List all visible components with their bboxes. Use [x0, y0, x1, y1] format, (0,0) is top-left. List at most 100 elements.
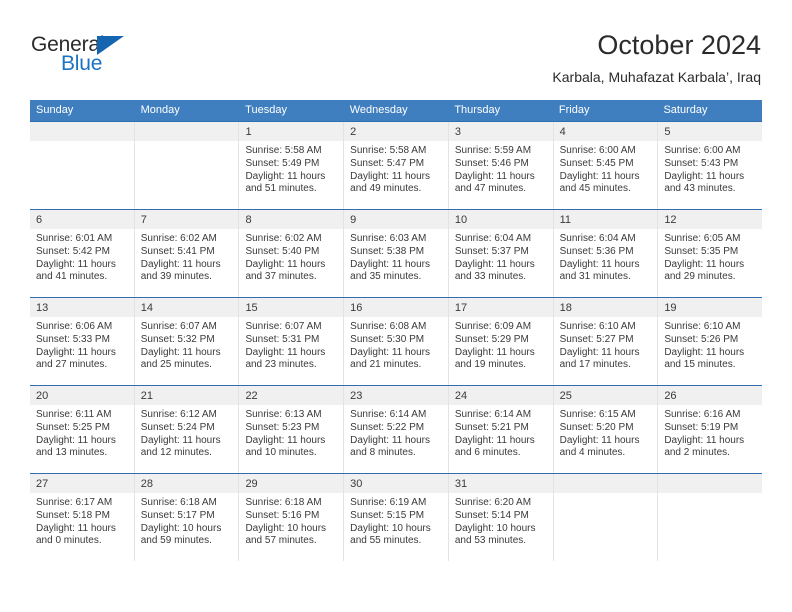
sunrise-text: Sunrise: 6:11 AM [36, 409, 112, 420]
calendar-day-cell[interactable]: 30 Sunrise: 6:19 AM Sunset: 5:15 PM Dayligh… [344, 474, 449, 561]
day-number-band: 30 [344, 474, 448, 493]
sunset-text: Sunset: 5:47 PM [350, 157, 425, 169]
calendar-day-cell[interactable]: 17 Sunrise: 6:09 AM Sunset: 5:29 PM Dayligh… [448, 298, 554, 385]
sunrise-text: Sunrise: 6:04 AM [454, 233, 532, 244]
day-number: 25 [559, 390, 572, 402]
calendar-day-cell[interactable]: 7 Sunrise: 6:02 AM Sunset: 5:41 PM Daylight… [134, 210, 240, 297]
day-number-band: 22 [239, 386, 344, 405]
day-number: 10 [454, 214, 468, 226]
daylight-text-line2: and 43 minutes. [664, 183, 736, 195]
daylight-text-line1: Daylight: 11 hours [664, 434, 745, 446]
day-number-band: 5 [658, 122, 763, 141]
day-number: 16 [350, 302, 363, 314]
day-number: 4 [559, 126, 566, 138]
day-number-band: 9 [344, 210, 448, 229]
day-number-band: 13 [30, 298, 134, 317]
day-number-band: 17 [448, 298, 553, 317]
page-title: October 2024 [597, 30, 761, 60]
day-number: 1 [245, 126, 252, 138]
daylight-text-line1: Daylight: 11 hours [245, 434, 326, 446]
calendar-day-cell[interactable]: 14 Sunrise: 6:07 AM Sunset: 5:32 PM Dayligh… [134, 298, 240, 385]
brand-logo[interactable]: General Blue [31, 26, 151, 75]
day-number-band: 12 [658, 210, 763, 229]
daylight-text-line2: and 33 minutes. [454, 271, 527, 283]
sunrise-text: Sunrise: 6:17 AM [36, 497, 113, 508]
calendar-day-cell[interactable]: 28 Sunrise: 6:18 AM Sunset: 5:17 PM Dayligh… [134, 474, 240, 561]
daylight-text-line1: Daylight: 11 hours [245, 346, 326, 358]
day-number: 7 [140, 214, 147, 226]
day-details: Sunrise: 6:11 AM Sunset: 5:25 PM Daylight:… [30, 405, 134, 460]
day-number: 6 [36, 214, 43, 226]
weekday-saturday: Saturday [663, 104, 708, 116]
daylight-text-line1: Daylight: 10 hours [454, 522, 536, 534]
calendar-day-cell[interactable]: 2 Sunrise: 5:58 AM Sunset: 5:47 PM Daylight… [344, 122, 449, 209]
calendar-day-cell[interactable]: 11 Sunrise: 6:04 AM Sunset: 5:36 PM Dayligh… [553, 210, 659, 297]
sunset-text: Sunset: 5:45 PM [559, 157, 634, 169]
calendar-day-cell[interactable]: 24 Sunrise: 6:14 AM Sunset: 5:21 PM Dayligh… [448, 386, 554, 473]
sunrise-text: Sunrise: 6:09 AM [454, 321, 532, 332]
day-details: Sunrise: 6:16 AM Sunset: 5:19 PM Daylight:… [658, 405, 762, 460]
calendar-day-cell[interactable]: 18 Sunrise: 6:10 AM Sunset: 5:27 PM Dayligh… [553, 298, 659, 385]
daylight-text-line1: Daylight: 11 hours [559, 258, 640, 270]
day-number: 28 [140, 478, 153, 490]
day-number: 29 [245, 478, 258, 490]
day-number-band: 23 [344, 386, 448, 405]
daylight-text-line1: Daylight: 11 hours [36, 346, 116, 358]
daylight-text-line1: Daylight: 11 hours [36, 434, 116, 446]
calendar-day-cell[interactable]: 6 Sunrise: 6:01 AM Sunset: 5:42 PM Daylight… [30, 210, 135, 297]
sunset-text: Sunset: 5:24 PM [140, 421, 215, 433]
calendar-day-cell[interactable]: 5 Sunrise: 6:00 AM Sunset: 5:43 PM Daylight… [658, 122, 763, 209]
calendar-day-cell[interactable]: 26 Sunrise: 6:16 AM Sunset: 5:19 PM Dayligh… [658, 386, 763, 473]
weekday-sunday: Sunday [36, 104, 74, 116]
day-details: Sunrise: 6:12 AM Sunset: 5:24 PM Daylight:… [135, 405, 239, 460]
day-number: 26 [664, 390, 677, 402]
daylight-text-line2: and 12 minutes. [140, 447, 212, 459]
day-details: Sunrise: 6:20 AM Sunset: 5:14 PM Daylight:… [449, 493, 553, 548]
daylight-text-line1: Daylight: 11 hours [140, 346, 221, 358]
triangle-icon [97, 36, 124, 55]
day-details: Sunrise: 6:02 AM Sunset: 5:41 PM Daylight:… [135, 229, 239, 284]
daylight-text-line1: Daylight: 11 hours [454, 170, 535, 182]
calendar-day-cell[interactable]: 8 Sunrise: 6:02 AM Sunset: 5:40 PM Daylight… [239, 210, 345, 297]
day-number-band [134, 122, 239, 141]
calendar-day-cell[interactable]: 15 Sunrise: 6:07 AM Sunset: 5:31 PM Dayligh… [239, 298, 345, 385]
sunset-text: Sunset: 5:19 PM [664, 421, 739, 433]
day-details: Sunrise: 6:13 AM Sunset: 5:23 PM Daylight:… [239, 405, 343, 460]
calendar-day-cell[interactable]: 20 Sunrise: 6:11 AM Sunset: 5:25 PM Dayligh… [30, 386, 135, 473]
calendar-day-cell[interactable]: 31 Sunrise: 6:20 AM Sunset: 5:14 PM Dayligh… [448, 474, 554, 561]
daylight-text-line2: and 41 minutes. [36, 271, 108, 283]
day-number-band: 8 [239, 210, 344, 229]
day-number-band [553, 474, 658, 493]
calendar-day-cell[interactable]: 16 Sunrise: 6:08 AM Sunset: 5:30 PM Dayligh… [344, 298, 449, 385]
sunrise-text: Sunrise: 6:20 AM [454, 497, 532, 508]
day-number: 5 [664, 126, 671, 138]
calendar-day-cell[interactable]: 23 Sunrise: 6:14 AM Sunset: 5:22 PM Dayligh… [344, 386, 449, 473]
sunset-text: Sunset: 5:43 PM [664, 157, 739, 169]
calendar-day-cell[interactable]: 10 Sunrise: 6:04 AM Sunset: 5:37 PM Dayligh… [448, 210, 554, 297]
calendar-day-cell[interactable]: 19 Sunrise: 6:10 AM Sunset: 5:26 PM Dayligh… [658, 298, 763, 385]
daylight-text-line1: Daylight: 11 hours [350, 258, 431, 270]
calendar-day-cell[interactable]: 9 Sunrise: 6:03 AM Sunset: 5:38 PM Daylight… [344, 210, 449, 297]
day-details: Sunrise: 6:07 AM Sunset: 5:32 PM Daylight:… [135, 317, 239, 372]
calendar-day-cell[interactable]: 13 Sunrise: 6:06 AM Sunset: 5:33 PM Dayligh… [30, 298, 135, 385]
calendar-day-cell[interactable]: 1 Sunrise: 5:58 AM Sunset: 5:49 PM Daylight… [239, 122, 345, 209]
daylight-text-line2: and 15 minutes. [664, 359, 736, 371]
day-number-band: 4 [553, 122, 658, 141]
calendar-day-cell[interactable]: 4 Sunrise: 6:00 AM Sunset: 5:45 PM Daylight… [553, 122, 659, 209]
calendar-day-cell[interactable]: 25 Sunrise: 6:15 AM Sunset: 5:20 PM Dayligh… [553, 386, 659, 473]
day-details: Sunrise: 5:58 AM Sunset: 5:49 PM Daylight:… [239, 141, 343, 196]
day-number: 27 [36, 478, 49, 490]
calendar-day-cell[interactable]: 22 Sunrise: 6:13 AM Sunset: 5:23 PM Dayligh… [239, 386, 345, 473]
day-number-band: 7 [134, 210, 239, 229]
calendar-day-cell[interactable]: 12 Sunrise: 6:05 AM Sunset: 5:35 PM Dayligh… [658, 210, 763, 297]
calendar-day-cell[interactable]: 29 Sunrise: 6:18 AM Sunset: 5:16 PM Dayligh… [239, 474, 345, 561]
calendar-day-cell[interactable]: 21 Sunrise: 6:12 AM Sunset: 5:24 PM Dayligh… [134, 386, 240, 473]
day-number-band: 21 [134, 386, 239, 405]
day-details: Sunrise: 6:10 AM Sunset: 5:27 PM Daylight:… [554, 317, 658, 372]
daylight-text-line1: Daylight: 10 hours [245, 522, 327, 534]
day-details: Sunrise: 6:15 AM Sunset: 5:20 PM Daylight:… [554, 405, 658, 460]
sunset-text: Sunset: 5:32 PM [140, 333, 215, 345]
calendar-day-cell[interactable]: 3 Sunrise: 5:59 AM Sunset: 5:46 PM Daylight… [448, 122, 554, 209]
calendar-day-cell[interactable]: 27 Sunrise: 6:17 AM Sunset: 5:18 PM Dayligh… [30, 474, 135, 561]
sunset-text: Sunset: 5:41 PM [140, 245, 215, 257]
